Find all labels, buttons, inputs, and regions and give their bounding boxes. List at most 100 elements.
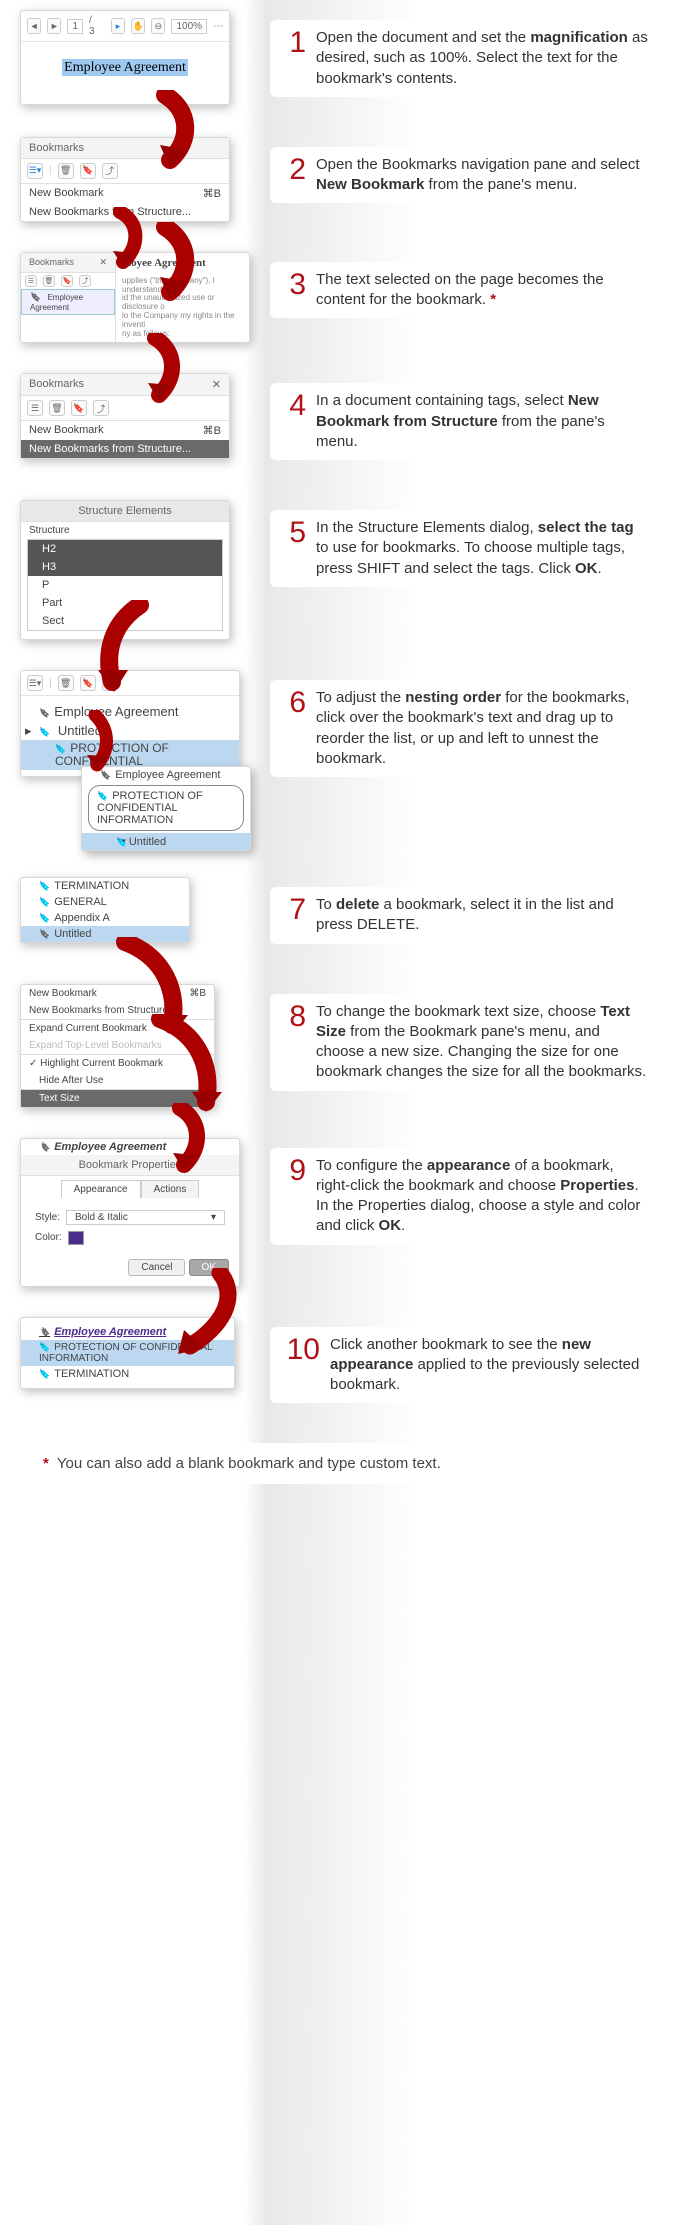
selected-text[interactable]: Employee Agreement xyxy=(62,59,188,76)
step-text: To change the bookmark text size, choose… xyxy=(316,1002,650,1083)
page-total: / 3 xyxy=(89,15,99,37)
trash-icon[interactable]: 🗑 xyxy=(43,275,55,287)
bm-untitled-selected[interactable]: Untitled xyxy=(21,926,189,942)
zoom-out-icon[interactable]: ⊖ xyxy=(151,18,165,34)
step-text: Click another bookmark to see the new ap… xyxy=(330,1335,650,1396)
menu-text-size[interactable]: Text Size▶ xyxy=(21,1090,214,1107)
new-bookmark-icon[interactable]: 🔖 xyxy=(80,675,96,691)
step-text: The text selected on the page becomes th… xyxy=(316,270,650,311)
menu-new-bookmark[interactable]: New Bookmark⌘B xyxy=(21,184,229,203)
next-page-icon[interactable]: ► xyxy=(47,18,61,34)
find-bookmark-icon[interactable]: ⤴ xyxy=(102,675,118,691)
panel-text-size-menu: New Bookmark⌘B New Bookmarks from Struct… xyxy=(20,984,215,1108)
step-num: 2 xyxy=(280,155,306,196)
bm-current[interactable]: Employee Agreement xyxy=(21,1139,239,1155)
close-icon[interactable]: ✕ xyxy=(99,257,107,268)
bm-protection[interactable]: PROTECTION OF CONFIDENTIAL INFORMATION xyxy=(21,1340,234,1366)
step-num: 5 xyxy=(280,518,306,579)
style-select[interactable]: Bold & Italic ▾ xyxy=(66,1210,225,1225)
step-4: 4 In a document containing tags, select … xyxy=(270,383,660,460)
hand-tool-icon[interactable]: ✋ xyxy=(131,18,145,34)
tab-appearance[interactable]: Appearance xyxy=(61,1180,141,1198)
options-icon[interactable]: ☰▾ xyxy=(27,163,43,179)
step-num: 9 xyxy=(280,1156,306,1237)
menu-new-bookmark[interactable]: New Bookmark⌘B xyxy=(21,421,229,440)
options-icon[interactable]: ☰ xyxy=(25,275,37,287)
step-text: To adjust the nesting order for the book… xyxy=(316,688,650,769)
step-num: 3 xyxy=(280,270,306,311)
select-tool-icon[interactable]: ▸ xyxy=(111,18,125,34)
panel-title: Bookmarks xyxy=(29,378,84,391)
footnote: * You can also add a blank bookmark and … xyxy=(25,1443,675,1484)
menu-new-from-structure-selected[interactable]: New Bookmarks from Structure... xyxy=(21,440,229,458)
step-text: In a document containing tags, select Ne… xyxy=(316,391,650,452)
trash-icon[interactable]: 🗑 xyxy=(58,675,74,691)
step-text: Open the document and set the magnificat… xyxy=(316,28,650,89)
close-icon[interactable]: ✕ xyxy=(212,378,221,391)
structure-tag-part[interactable]: Part xyxy=(28,594,222,612)
find-bookmark-icon[interactable]: ⤴ xyxy=(102,163,118,179)
menu-new-from-structure[interactable]: New Bookmarks from Structure... xyxy=(21,1002,214,1019)
doc-heading: ployee Agreement xyxy=(122,257,243,269)
pdf-toolbar: ◄ ► 1 / 3 ▸ ✋ ⊖ 100% ⋯ xyxy=(21,11,229,42)
color-swatch[interactable] xyxy=(68,1231,84,1245)
bm-untitled[interactable]: ▸Untitled xyxy=(21,721,239,740)
drag-item[interactable]: ▾ Untitled xyxy=(82,833,250,850)
panel-result: Employee Agreement PROTECTION OF CONFIDE… xyxy=(20,1317,235,1389)
menu-highlight-current[interactable]: ✓ Highlight Current Bookmark xyxy=(21,1055,214,1072)
menu-hide-after-use[interactable]: Hide After Use xyxy=(21,1072,214,1089)
menu-expand-top: Expand Top-Level Bookmarks xyxy=(21,1037,214,1054)
structure-tag-h2[interactable]: H2 xyxy=(28,540,222,558)
menu-new-from-structure[interactable]: New Bookmarks from Structure... xyxy=(21,203,229,221)
menu-new-bookmark[interactable]: New Bookmark⌘B xyxy=(21,985,214,1002)
drag-item[interactable]: PROTECTION OF CONFIDENTIAL INFORMATION xyxy=(88,785,244,831)
panel-bookmarks-menu: Bookmarks ☰▾ | 🗑 🔖 ⤴ New Bookmark⌘B New … xyxy=(20,137,230,222)
step-8: 8 To change the bookmark text size, choo… xyxy=(270,994,660,1091)
menu-expand-current[interactable]: Expand Current Bookmark xyxy=(21,1020,214,1037)
step-num: 4 xyxy=(280,391,306,452)
step-3: 3 The text selected on the page becomes … xyxy=(270,262,660,319)
drag-popup: Employee Agreement PROTECTION OF CONFIDE… xyxy=(81,766,251,851)
structure-tag-h3[interactable]: H3 xyxy=(28,558,222,576)
step-num: 7 xyxy=(280,895,306,936)
prev-page-icon[interactable]: ◄ xyxy=(27,18,41,34)
bm-employee-agreement[interactable]: Employee Agreement xyxy=(21,702,239,721)
step-text: Open the Bookmarks navigation pane and s… xyxy=(316,155,650,196)
doc-body: upplies ("the Company"), I understand id… xyxy=(122,277,243,339)
structure-tag-p[interactable]: P xyxy=(28,576,222,594)
bm-termination[interactable]: TERMINATION xyxy=(21,1366,234,1382)
options-icon[interactable]: ☰▾ xyxy=(27,675,43,691)
step-2: 2 Open the Bookmarks navigation pane and… xyxy=(270,147,660,204)
find-bookmark-icon[interactable]: ⤴ xyxy=(79,275,91,287)
dialog-title: Structure Elements xyxy=(21,501,229,522)
step-text: To delete a bookmark, select it in the l… xyxy=(316,895,650,936)
structure-label: Structure xyxy=(21,522,229,539)
bm-appendix[interactable]: Appendix A xyxy=(21,910,189,926)
bm-general[interactable]: GENERAL xyxy=(21,894,189,910)
new-bookmark-icon[interactable]: 🔖 xyxy=(71,400,87,416)
find-bookmark-icon[interactable]: ⤴ xyxy=(93,400,109,416)
new-bookmark-icon[interactable]: 🔖 xyxy=(61,275,73,287)
footnote-text: You can also add a blank bookmark and ty… xyxy=(57,1455,441,1472)
bookmark-item[interactable]: Employee Agreement xyxy=(21,289,115,315)
step-1: 1 Open the document and set the magnific… xyxy=(270,20,660,97)
tab-actions[interactable]: Actions xyxy=(141,1180,200,1198)
step-10: 10 Click another bookmark to see the new… xyxy=(270,1327,660,1404)
bm-termination[interactable]: TERMINATION xyxy=(21,878,189,894)
panel-document: ◄ ► 1 / 3 ▸ ✋ ⊖ 100% ⋯ Employee Agreemen… xyxy=(20,10,230,105)
step-text: In the Structure Elements dialog, select… xyxy=(316,518,650,579)
panel-bookmarks-created: Bookmarks ✕ ☰ 🗑 🔖 ⤴ Employee Agreement p… xyxy=(20,252,250,344)
drag-item[interactable]: Employee Agreement xyxy=(82,767,250,783)
ok-button[interactable]: OK xyxy=(189,1259,229,1276)
more-icon[interactable]: ⋯ xyxy=(213,21,223,32)
bm-styled[interactable]: Employee Agreement xyxy=(21,1324,234,1340)
options-icon[interactable]: ☰ xyxy=(27,400,43,416)
structure-tag-sect[interactable]: Sect xyxy=(28,612,222,630)
step-text: To configure the appearance of a bookmar… xyxy=(316,1156,650,1237)
cancel-button[interactable]: Cancel xyxy=(128,1259,185,1276)
step-num: 10 xyxy=(280,1335,320,1396)
trash-icon[interactable]: 🗑 xyxy=(49,400,65,416)
trash-icon[interactable]: 🗑 xyxy=(58,163,74,179)
new-bookmark-icon[interactable]: 🔖 xyxy=(80,163,96,179)
step-5: 5 In the Structure Elements dialog, sele… xyxy=(270,510,660,587)
